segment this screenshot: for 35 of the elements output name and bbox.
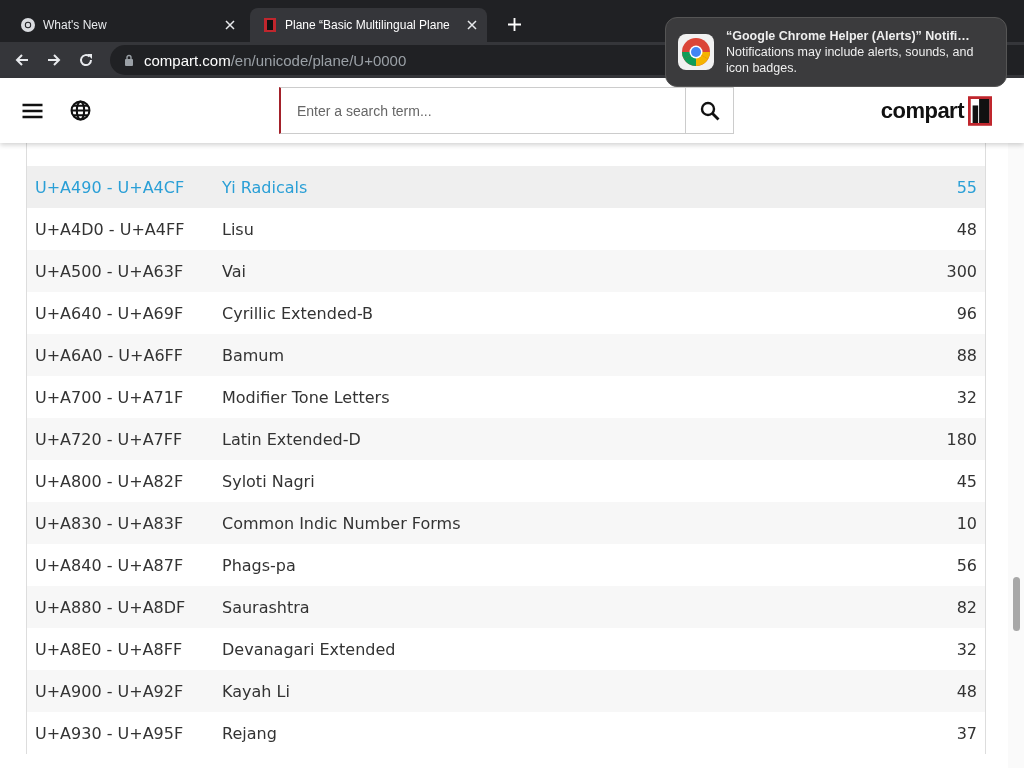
- table-row[interactable]: U+A900 - U+A92F Kayah Li 48: [27, 670, 985, 712]
- notification-body: Notifications may include alerts, sounds, and icon badges.: [726, 44, 975, 76]
- site-icon: [262, 17, 278, 33]
- search-field[interactable]: Enter a search term...: [279, 87, 686, 134]
- lock-icon: [124, 54, 134, 66]
- menu-icon[interactable]: [22, 102, 43, 119]
- notification[interactable]: “Google Chrome Helper (Alerts)” Notifi… Notifications may include alerts, sounds, and icon badges.: [665, 17, 1007, 87]
- reload-icon[interactable]: [78, 52, 94, 68]
- table-row[interactable]: U+A8E0 - U+A8FF Devanagari Extended 32: [27, 628, 985, 670]
- table-row[interactable]: U+A930 - U+A95F Rejang 37: [27, 712, 985, 754]
- table-row[interactable]: U+A500 - U+A63F Vai 300: [27, 250, 985, 292]
- table-row[interactable]: U+A640 - U+A69F Cyrillic Extended-B 96: [27, 292, 985, 334]
- new-tab-icon[interactable]: [508, 18, 521, 31]
- search-button[interactable]: [686, 87, 734, 134]
- table-row[interactable]: U+A830 - U+A83F Common Indic Number Forms 10: [27, 502, 985, 544]
- logo-icon[interactable]: [968, 95, 992, 126]
- notification-title: “Google Chrome Helper (Alerts)” Notifi…: [726, 28, 971, 44]
- logo-text[interactable]: compart: [880, 97, 964, 124]
- globe-icon[interactable]: [70, 100, 91, 121]
- close-icon[interactable]: [225, 20, 235, 30]
- table-row[interactable]: U+A800 - U+A82F Syloti Nagri 45: [27, 460, 985, 502]
- table-row[interactable]: U+A880 - U+A8DF Saurashtra 82: [27, 586, 985, 628]
- back-icon[interactable]: [14, 52, 30, 68]
- table-row[interactable]: U+A4D0 - U+A4FF Lisu 48: [27, 208, 985, 250]
- browser-tab[interactable]: Plane “Basic Multilingual Plane: [250, 8, 487, 42]
- table-row[interactable]: U+A720 - U+A7FF Latin Extended-D 180: [27, 418, 985, 460]
- table-row[interactable]: U+A6A0 - U+A6FF Bamum 88: [27, 334, 985, 376]
- close-icon[interactable]: [467, 20, 477, 30]
- search-icon: [699, 100, 720, 121]
- table-row[interactable]: U+A700 - U+A71F Modifier Tone Letters 32: [27, 376, 985, 418]
- table-row[interactable]: U+A840 - U+A87F Phags-pa 56: [27, 544, 985, 586]
- chrome-icon: [20, 17, 36, 33]
- chrome-icon: [678, 34, 714, 70]
- browser-tab[interactable]: What's New: [8, 8, 245, 42]
- forward-icon[interactable]: [46, 52, 62, 68]
